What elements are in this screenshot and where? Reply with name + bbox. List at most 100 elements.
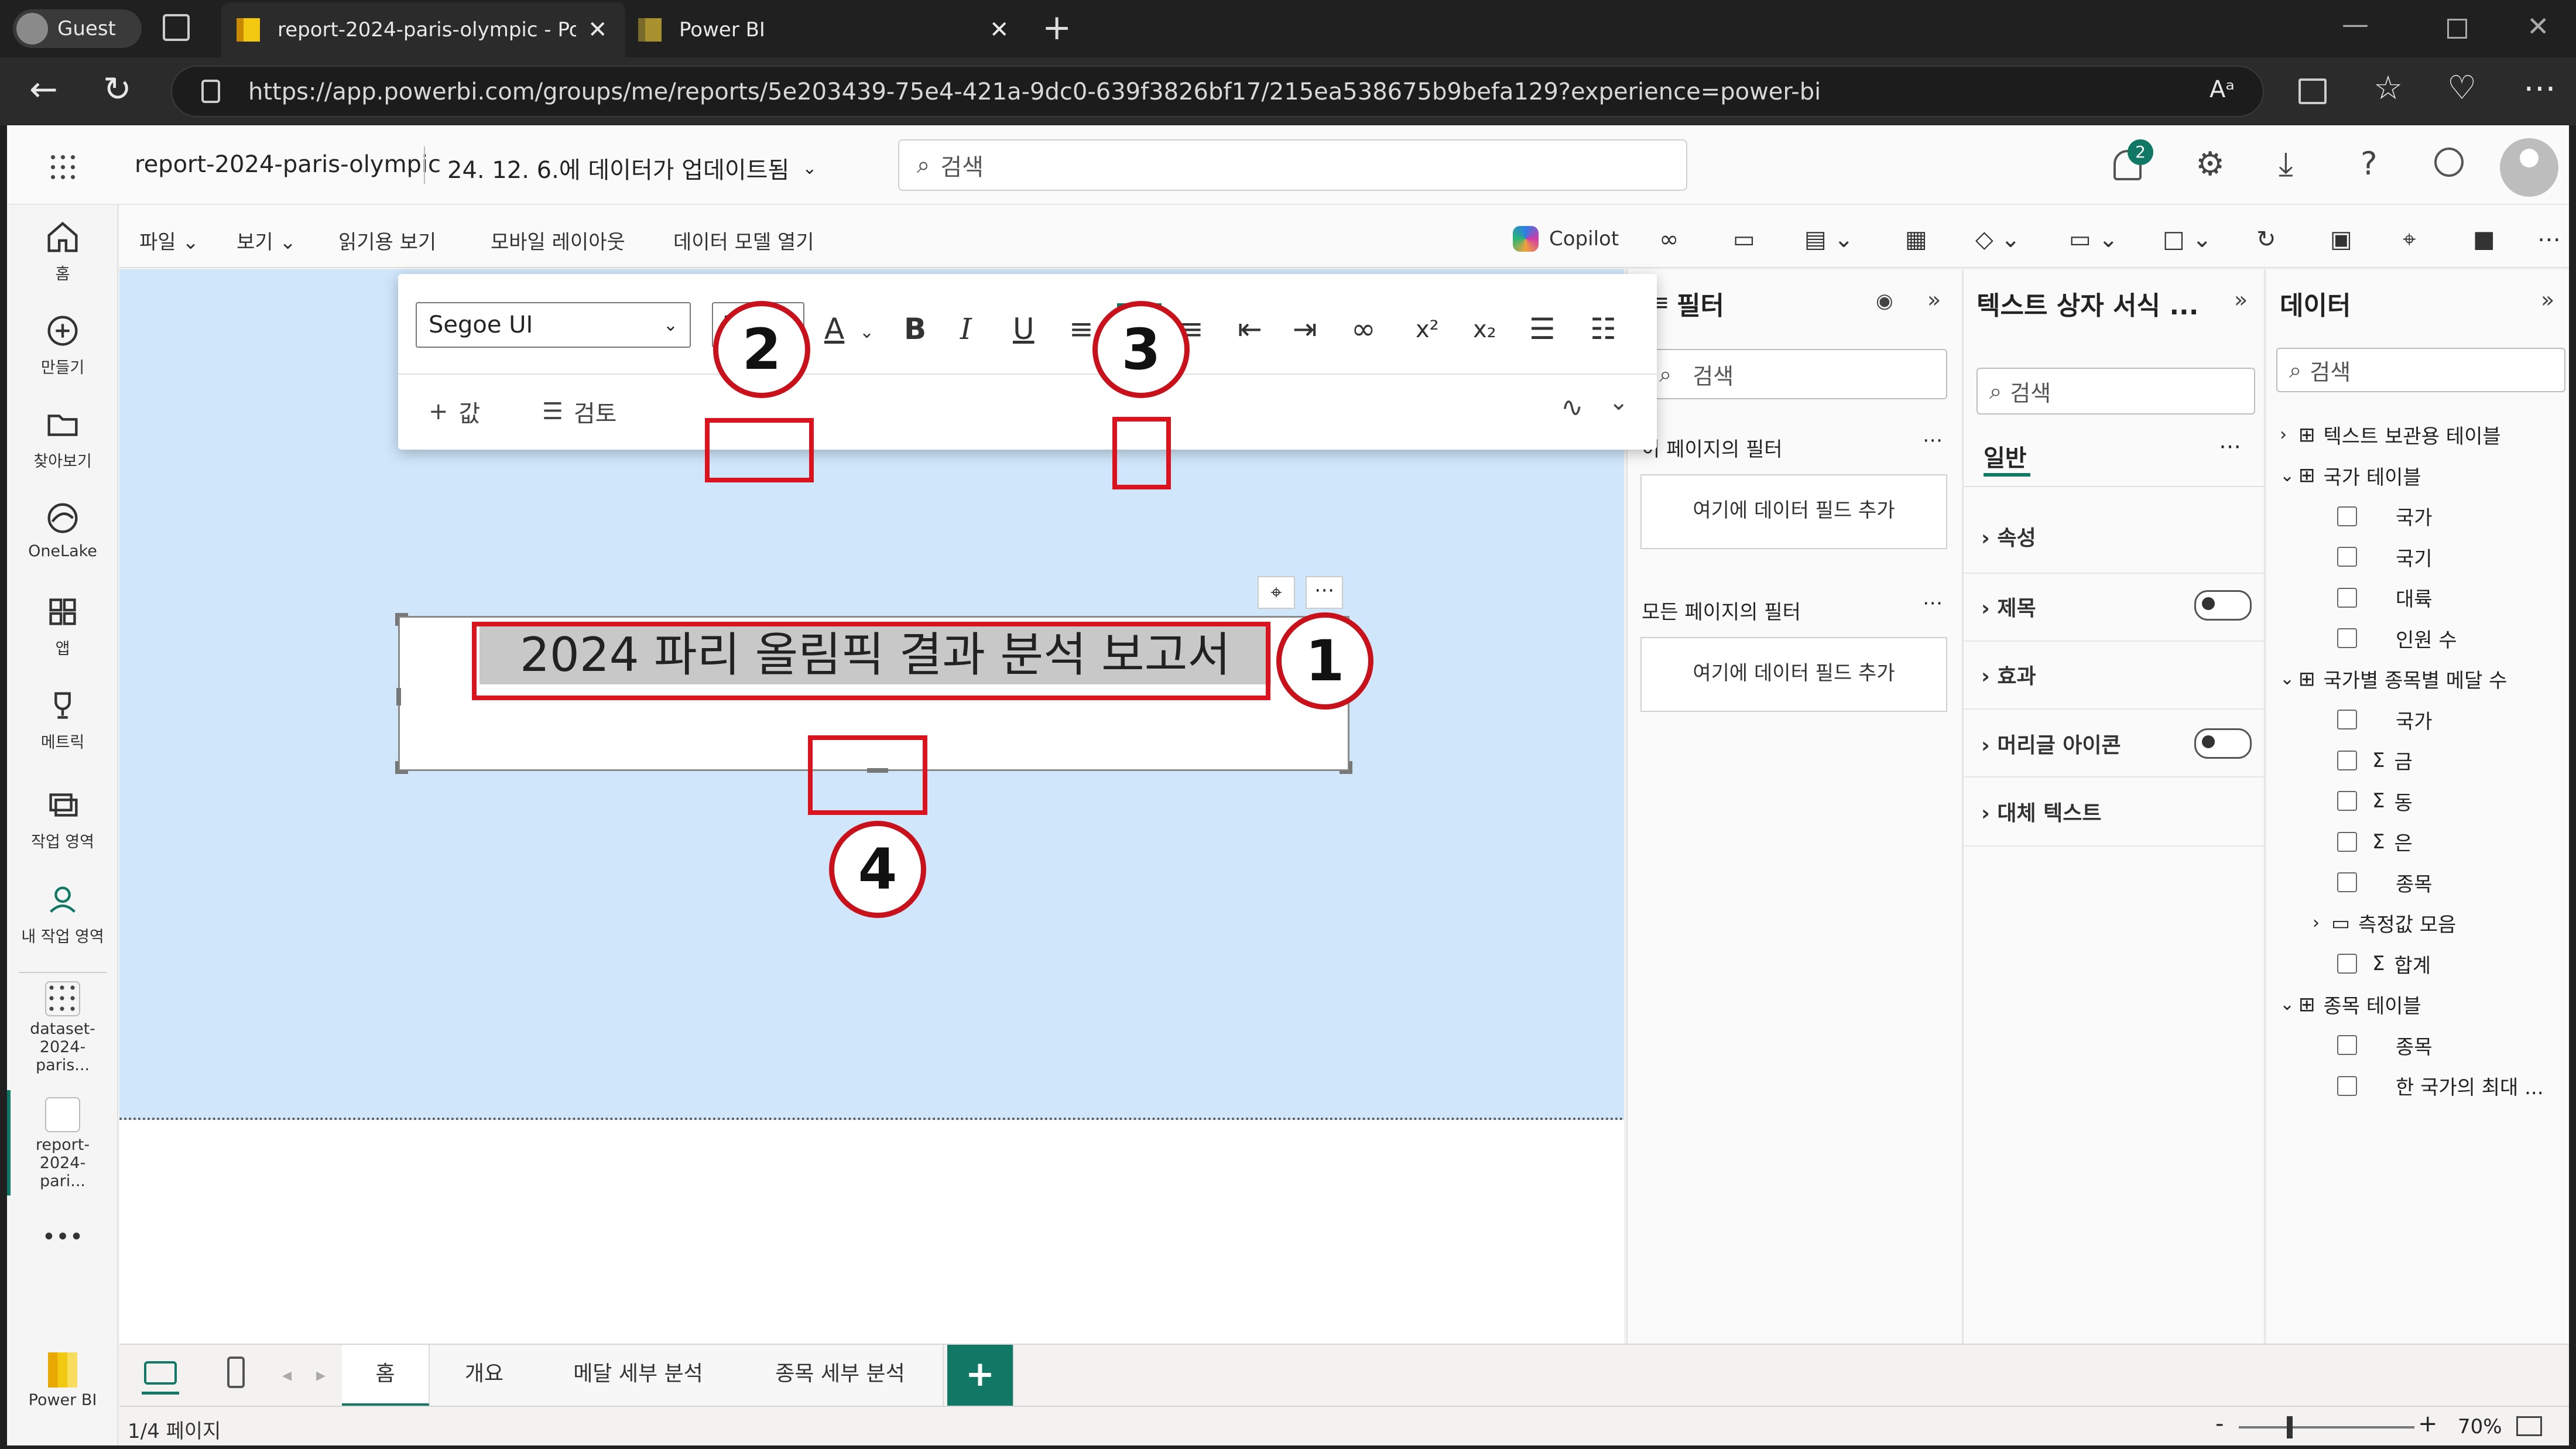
data-field-row[interactable]: Σ 합계 xyxy=(2337,950,2431,978)
pin-icon[interactable]: ⌖ xyxy=(2403,226,2416,253)
restore-icon[interactable] xyxy=(2447,19,2467,39)
chevron-right-icon[interactable]: › xyxy=(2280,424,2298,445)
section-effects[interactable]: › 효과 xyxy=(1981,659,2036,690)
data-field-row[interactable]: 대륙 xyxy=(2337,583,2433,612)
menu-file[interactable]: 파일 ⌄ xyxy=(139,226,199,255)
browser-menu-icon[interactable]: ⋯ xyxy=(2523,69,2556,107)
collapse-pane-icon[interactable]: » xyxy=(1927,287,1941,313)
chevron-down-icon[interactable]: ⌄ xyxy=(2280,669,2298,689)
notes-icon[interactable]: ▦ xyxy=(1905,226,1927,253)
page-filter-drop-well[interactable]: 여기에 데이터 필드 추가 xyxy=(1640,474,1947,549)
resize-handle[interactable] xyxy=(395,761,408,774)
data-field-row[interactable]: 국가 xyxy=(2337,502,2433,530)
field-checkbox[interactable] xyxy=(2337,791,2357,811)
field-checkbox[interactable] xyxy=(2337,954,2357,974)
numbered-list-icon[interactable]: ☷ xyxy=(1590,312,1616,346)
data-field-row[interactable]: 종목 xyxy=(2337,1031,2433,1060)
data-table-row[interactable]: ⌄ ⊞ 국가 테이블 xyxy=(2280,461,2421,490)
desktop-layout-icon[interactable] xyxy=(144,1361,177,1385)
data-table-row[interactable]: ⌄ ⊞ 국가별 종목별 메달 수 xyxy=(2280,664,2507,693)
chevron-down-icon[interactable]: ⌄ xyxy=(2280,465,2298,486)
data-field-row[interactable]: Σ동 xyxy=(2337,787,2413,816)
close-tab-icon[interactable]: ✕ xyxy=(588,16,608,43)
menu-open-data-model[interactable]: 데이터 모델 열기 xyxy=(673,226,814,255)
bold-icon[interactable]: B xyxy=(904,312,926,346)
chevron-down-icon[interactable]: ⌄ xyxy=(2280,994,2298,1015)
nav-metrics[interactable]: 메트릭 xyxy=(7,685,118,752)
review-button[interactable]: ☰ 검토 xyxy=(542,395,616,429)
nav-create[interactable]: 만들기 xyxy=(7,310,118,378)
field-checkbox[interactable] xyxy=(2337,506,2357,526)
data-field-row[interactable]: 종목 xyxy=(2337,868,2433,897)
underline-icon[interactable]: U xyxy=(1013,312,1034,346)
browser-tab-report[interactable]: report-2024-paris-olympic - Powe ✕ xyxy=(221,2,625,57)
close-window-icon[interactable]: ✕ xyxy=(2527,11,2550,42)
browser-essentials-icon[interactable]: ♡ xyxy=(2447,69,2476,107)
tab-general[interactable]: 일반 xyxy=(1984,439,2027,473)
global-search[interactable]: ⌕ 검색 xyxy=(898,139,1687,191)
bullet-list-icon[interactable]: ☰ xyxy=(1529,312,1556,346)
nav-onelake[interactable]: OneLake xyxy=(7,498,118,560)
download-icon[interactable]: ⤓ xyxy=(2279,145,2293,184)
refresh-visual-icon[interactable]: ↻ xyxy=(2256,226,2276,253)
tab-actions-icon[interactable] xyxy=(163,14,190,41)
nav-dataset[interactable]: dataset-2024-paris... xyxy=(7,981,118,1074)
data-field-row[interactable]: Σ은 xyxy=(2337,827,2413,856)
data-field-row[interactable]: 국가 xyxy=(2337,705,2433,734)
resize-handle[interactable] xyxy=(395,613,408,626)
all-pages-filter-drop-well[interactable]: 여기에 데이터 필드 추가 xyxy=(1640,637,1947,712)
binoculars-icon[interactable]: ∞ xyxy=(1659,226,1678,253)
data-field-row[interactable]: › ▭ 측정값 모음 xyxy=(2313,909,2456,937)
italic-icon[interactable]: I xyxy=(960,312,972,346)
nav-my-workspace[interactable]: 내 작업 영역 xyxy=(7,879,118,947)
add-page-button[interactable]: + xyxy=(947,1345,1014,1407)
more-options-icon[interactable]: ⋯ xyxy=(2537,226,2561,253)
collapse-pane-icon[interactable]: » xyxy=(2541,287,2554,313)
field-checkbox[interactable] xyxy=(2337,628,2357,648)
section-properties[interactable]: › 속성 xyxy=(1981,521,2036,551)
scroll-right-icon[interactable]: ▸ xyxy=(316,1364,326,1386)
font-family-select[interactable]: Segoe UI ⌄ xyxy=(416,302,691,348)
copilot-button[interactable]: Copilot xyxy=(1513,226,1619,252)
nav-browse[interactable]: 찾아보기 xyxy=(7,404,118,471)
minimize-icon[interactable]: — xyxy=(2342,8,2369,40)
menu-reading-view[interactable]: 읽기용 보기 xyxy=(338,226,436,255)
address-bar[interactable]: https://app.powerbi.com/groups/me/report… xyxy=(171,66,2264,117)
field-checkbox[interactable] xyxy=(2337,831,2357,852)
present-icon[interactable]: ▭ ⌄ xyxy=(2069,226,2118,253)
header-icon-toggle[interactable] xyxy=(2194,728,2252,759)
report-name[interactable]: report-2024-paris-olympic xyxy=(135,151,441,178)
fit-to-page-icon[interactable] xyxy=(2516,1416,2542,1436)
page-tab-medal-detail[interactable]: 메달 세부 분석 xyxy=(539,1345,739,1407)
field-checkbox[interactable] xyxy=(2337,587,2357,608)
help-icon[interactable]: ? xyxy=(2361,145,2378,182)
split-screen-icon[interactable] xyxy=(2298,78,2327,104)
field-checkbox[interactable] xyxy=(2337,872,2357,892)
field-checkbox[interactable] xyxy=(2337,750,2357,770)
link-icon[interactable]: ∞ xyxy=(1351,312,1376,346)
zoom-out-icon[interactable]: - xyxy=(2215,1410,2224,1437)
page-tab-overview[interactable]: 개요 xyxy=(430,1345,540,1407)
new-tab-icon[interactable]: + xyxy=(1042,7,1071,48)
chevron-down-icon[interactable]: ⌄ xyxy=(1609,389,1629,416)
subscribe-icon[interactable]: ▤ ⌄ xyxy=(1804,226,1854,253)
section-alt-text[interactable]: › 대체 텍스트 xyxy=(1981,796,2102,827)
scroll-left-icon[interactable]: ◂ xyxy=(282,1364,292,1386)
collapse-pane-icon[interactable]: » xyxy=(2234,287,2248,313)
data-field-row[interactable]: 국기 xyxy=(2337,543,2433,571)
more-options-icon[interactable]: ⋯ xyxy=(1923,591,1943,615)
filters-search[interactable]: ⌕ 검색 xyxy=(1640,349,1947,399)
update-status-dropdown[interactable]: 24. 12. 6.에 데이터가 업데이트됨 ⌄ xyxy=(447,151,817,185)
decrease-indent-icon[interactable]: ⇤ xyxy=(1238,312,1262,346)
profile-button[interactable]: Guest xyxy=(13,9,142,48)
teams-icon[interactable]: ■ xyxy=(2473,226,2495,253)
refresh-icon[interactable]: ↻ xyxy=(103,69,132,109)
data-search[interactable]: ⌕ 검색 xyxy=(2276,348,2565,392)
save-icon[interactable]: ▣ xyxy=(2330,226,2352,253)
menu-mobile-layout[interactable]: 모바일 레이아웃 xyxy=(491,226,625,255)
page-tab-sport-detail[interactable]: 종목 세부 분석 xyxy=(738,1345,944,1407)
field-checkbox[interactable] xyxy=(2337,547,2357,567)
more-icon[interactable]: ••• xyxy=(7,1224,118,1251)
url-text[interactable]: https://app.powerbi.com/groups/me/report… xyxy=(248,78,1821,105)
data-field-row[interactable]: 인원 수 xyxy=(2337,624,2457,653)
